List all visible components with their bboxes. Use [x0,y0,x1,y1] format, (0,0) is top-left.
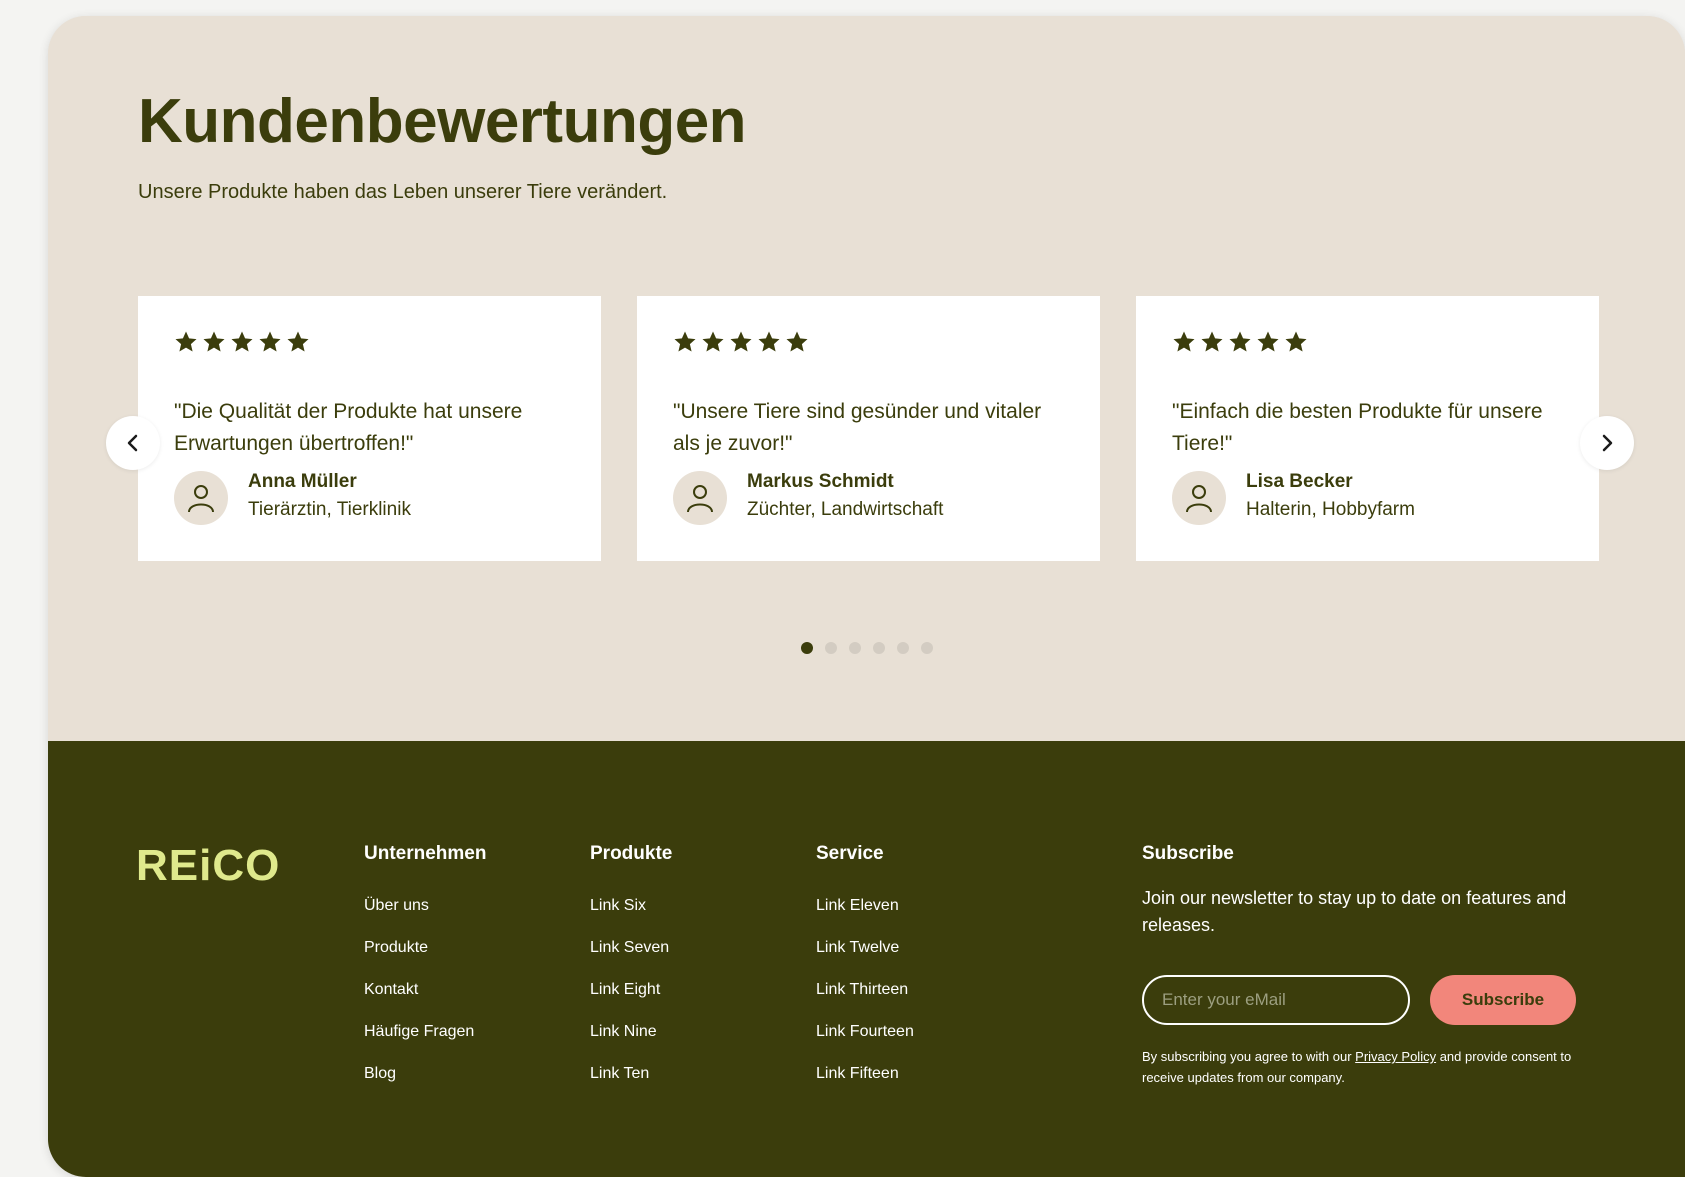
newsletter-subscribe: Subscribe Join our newsletter to stay up… [1142,843,1612,1085]
reviewer-role: Züchter, Landwirtschaft [747,499,944,520]
star-icon [1173,331,1195,352]
footer-link[interactable]: Link Ten [590,1065,672,1083]
star-icon [786,331,808,352]
review-quote: "Einfach die besten Produkte für unsere … [1172,400,1543,455]
footer-link[interactable]: Link Fourteen [816,1023,914,1041]
review-card: "Einfach die besten Produkte für unsere … [1136,296,1599,561]
reviewer-name: Markus Schmidt [747,471,894,492]
review-card: "Unsere Tiere sind gesünder und vitaler … [637,296,1100,561]
page-frame: Kundenbewertungen Unsere Produkte haben … [48,16,1685,1177]
user-icon [1186,485,1212,513]
subscribe-form: Subscribe [1142,975,1576,1025]
footer-column-unternehmen: Unternehmen Über uns Produkte Kontakt Hä… [364,843,486,1107]
footer-link[interactable]: Link Eleven [816,897,914,915]
reviewer-role: Halterin, Hobbyfarm [1246,499,1415,520]
brand-logo[interactable]: REiCO [136,841,280,891]
star-icon [730,331,752,352]
footer-link[interactable]: Link Nine [590,1023,672,1041]
footer-link[interactable]: Produkte [364,939,486,957]
star-rating [1172,330,1308,354]
footer-link[interactable]: Häufige Fragen [364,1023,486,1041]
carousel-next-button[interactable] [1580,416,1634,470]
star-icon [674,331,696,352]
legal-text-before: By subscribing you agree to with our [1142,1049,1356,1064]
star-rating [673,330,809,354]
footer-link[interactable]: Link Twelve [816,939,914,957]
star-icon [231,331,253,352]
footer-column-heading: Unternehmen [364,843,487,864]
carousel-dot-1[interactable] [801,642,813,654]
footer-column-service: Service Link Eleven Link Twelve Link Thi… [816,843,914,1107]
chevron-right-icon [1602,434,1613,452]
site-footer: REiCO Unternehmen Über uns Produkte Kont… [48,741,1685,1177]
user-icon [188,485,214,513]
footer-link[interactable]: Link Fifteen [816,1065,914,1083]
star-icon [259,331,281,352]
star-rating [174,330,310,354]
reviews-section: Kundenbewertungen Unsere Produkte haben … [48,16,1685,741]
footer-link[interactable]: Blog [364,1065,486,1083]
subscribe-button[interactable]: Subscribe [1430,975,1576,1025]
section-title: Kundenbewertungen [138,87,747,156]
footer-column-produkte: Produkte Link Six Link Seven Link Eight … [590,843,672,1107]
footer-link[interactable]: Link Six [590,897,672,915]
privacy-policy-link[interactable]: Privacy Policy [1355,1049,1436,1064]
avatar [673,471,727,525]
carousel-dot-6[interactable] [921,642,933,654]
carousel-pagination [801,642,933,654]
reviewer-name: Anna Müller [248,471,357,492]
footer-column-heading: Service [816,843,884,864]
footer-column-heading: Produkte [590,843,673,864]
star-icon [1229,331,1251,352]
footer-link[interactable]: Link Eight [590,981,672,999]
chevron-left-icon [127,434,138,452]
carousel-dot-5[interactable] [897,642,909,654]
user-icon [687,485,713,513]
carousel-dot-4[interactable] [873,642,885,654]
footer-link[interactable]: Link Seven [590,939,672,957]
review-quote: "Unsere Tiere sind gesünder und vitaler … [673,400,1042,455]
section-subtitle: Unsere Produkte haben das Leben unserer … [138,181,668,203]
star-icon [175,331,197,352]
review-card: "Die Qualität der Produkte hat unsere Er… [138,296,601,561]
reviewer-name: Lisa Becker [1246,471,1353,492]
footer-link[interactable]: Kontakt [364,981,486,999]
subscribe-heading: Subscribe [1142,843,1234,864]
avatar [174,471,228,525]
subscribe-description: Join our newsletter to stay up to date o… [1142,888,1567,935]
carousel-dot-3[interactable] [849,642,861,654]
carousel-prev-button[interactable] [106,416,160,470]
star-icon [702,331,724,352]
star-icon [1201,331,1223,352]
reviewer-role: Tierärztin, Tierklinik [248,499,411,520]
footer-link[interactable]: Über uns [364,897,486,915]
star-icon [758,331,780,352]
email-input[interactable] [1142,975,1410,1025]
star-icon [287,331,309,352]
star-icon [1285,331,1307,352]
footer-link[interactable]: Link Thirteen [816,981,914,999]
subscribe-legal-text: By subscribing you agree to with our Pri… [1142,1046,1602,1088]
review-quote: "Die Qualität der Produkte hat unsere Er… [174,400,523,455]
avatar [1172,471,1226,525]
star-icon [1257,331,1279,352]
carousel-dot-2[interactable] [825,642,837,654]
star-icon [203,331,225,352]
